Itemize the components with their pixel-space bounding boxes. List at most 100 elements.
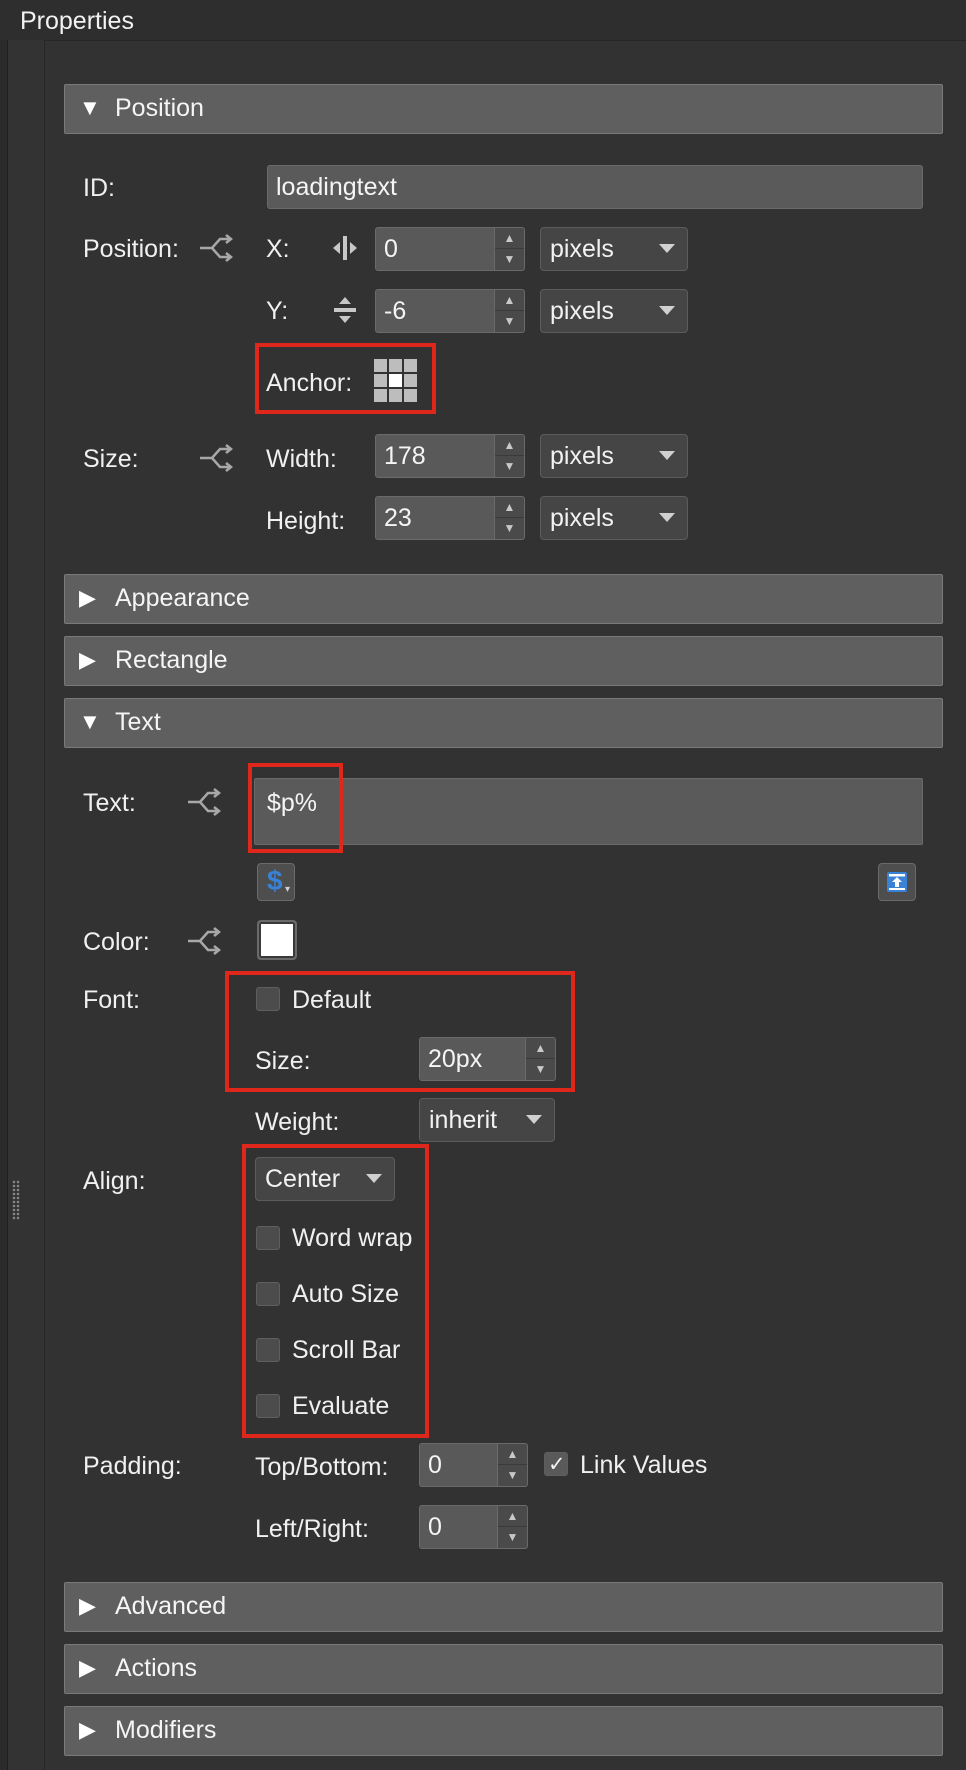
scroll-bar-checkbox[interactable] (256, 1338, 280, 1362)
left-right-value[interactable]: 0 (419, 1505, 498, 1549)
chevron-down-icon (366, 1174, 382, 1183)
section-text-header[interactable]: ▼ Text (64, 698, 943, 748)
id-input[interactable]: loadingtext (267, 165, 923, 209)
decrement-arrow-icon[interactable]: ▼ (495, 518, 524, 539)
chevron-down-icon: ▾ (285, 884, 291, 895)
increment-arrow-icon[interactable]: ▲ (498, 1444, 527, 1465)
chevron-down-icon (659, 451, 675, 460)
section-text-label: Text (115, 708, 161, 736)
horizontal-drag-icon[interactable] (330, 234, 360, 262)
decrement-arrow-icon[interactable]: ▼ (495, 249, 524, 270)
x-spinbox[interactable]: 0 ▲ ▼ (375, 227, 525, 271)
section-modifiers-header[interactable]: ▶ Modifiers (64, 1706, 943, 1756)
x-unit-value: pixels (550, 235, 614, 263)
height-unit-dropdown[interactable]: pixels (540, 496, 688, 540)
font-size-stepper[interactable]: ▲ ▼ (526, 1037, 556, 1081)
dollar-variable-icon: $ (267, 865, 283, 896)
y-unit-dropdown[interactable]: pixels (540, 289, 688, 333)
default-font-checkbox[interactable] (256, 987, 280, 1011)
link-values-checkbox[interactable] (544, 1452, 568, 1477)
id-label: ID: (83, 174, 115, 202)
word-wrap-label: Word wrap (292, 1224, 413, 1252)
y-label: Y: (266, 297, 289, 325)
padding-label: Padding: (83, 1452, 182, 1480)
link-icon[interactable] (198, 444, 234, 472)
panel-title-bar: Properties (0, 0, 966, 40)
increment-arrow-icon[interactable]: ▲ (495, 228, 524, 249)
link-icon[interactable] (186, 788, 222, 816)
section-actions-header[interactable]: ▶ Actions (64, 1644, 943, 1694)
y-stepper[interactable]: ▲ ▼ (495, 289, 525, 333)
section-rectangle-label: Rectangle (115, 646, 228, 674)
height-spinbox[interactable]: 23 ▲ ▼ (375, 496, 525, 540)
top-bottom-stepper[interactable]: ▲ ▼ (498, 1443, 528, 1487)
decrement-arrow-icon[interactable]: ▼ (526, 1059, 555, 1080)
text-content-input[interactable]: $p% (254, 778, 923, 845)
text-label: Text: (83, 789, 136, 817)
font-size-spinbox[interactable]: 20px ▲ ▼ (419, 1037, 556, 1081)
vertical-align-icon (887, 872, 907, 892)
x-unit-dropdown[interactable]: pixels (540, 227, 688, 271)
width-value[interactable]: 178 (375, 434, 495, 478)
collapsed-triangle-icon: ▶ (79, 1717, 96, 1742)
height-unit-value: pixels (550, 504, 614, 532)
increment-arrow-icon[interactable]: ▲ (526, 1038, 555, 1059)
decrement-arrow-icon[interactable]: ▼ (498, 1465, 527, 1486)
size-label: Size: (83, 445, 139, 473)
auto-size-checkbox[interactable] (256, 1282, 280, 1306)
chevron-down-icon (526, 1115, 542, 1124)
align-dropdown[interactable]: Center (255, 1157, 395, 1201)
increment-arrow-icon[interactable]: ▲ (495, 290, 524, 311)
increment-arrow-icon[interactable]: ▲ (495, 497, 524, 518)
y-value[interactable]: -6 (375, 289, 495, 333)
y-unit-value: pixels (550, 297, 614, 325)
increment-arrow-icon[interactable]: ▲ (498, 1506, 527, 1527)
word-wrap-checkbox[interactable] (256, 1226, 280, 1250)
width-spinbox[interactable]: 178 ▲ ▼ (375, 434, 525, 478)
auto-size-label: Auto Size (292, 1280, 400, 1308)
width-unit-value: pixels (550, 442, 614, 470)
left-right-stepper[interactable]: ▲ ▼ (498, 1505, 528, 1549)
insert-variable-button[interactable]: $ ▾ (257, 863, 295, 901)
link-icon[interactable] (186, 927, 222, 955)
width-stepper[interactable]: ▲ ▼ (495, 434, 525, 478)
padding-left-right-spinbox[interactable]: 0 ▲ ▼ (419, 1505, 528, 1549)
x-stepper[interactable]: ▲ ▼ (495, 227, 525, 271)
section-position-header[interactable]: ▼ Position (64, 84, 943, 134)
vertical-drag-icon[interactable] (331, 294, 359, 326)
section-appearance-header[interactable]: ▶ Appearance (64, 574, 943, 624)
padding-top-bottom-spinbox[interactable]: 0 ▲ ▼ (419, 1443, 528, 1487)
anchor-grid-icon[interactable] (374, 359, 418, 403)
evaluate-checkbox[interactable] (256, 1394, 280, 1418)
height-value[interactable]: 23 (375, 496, 495, 540)
position-label: Position: (83, 235, 179, 263)
increment-arrow-icon[interactable]: ▲ (495, 435, 524, 456)
top-bottom-value[interactable]: 0 (419, 1443, 498, 1487)
section-position-label: Position (115, 94, 204, 122)
font-size-value[interactable]: 20px (419, 1037, 526, 1081)
font-weight-dropdown[interactable]: inherit (419, 1098, 555, 1142)
collapsed-triangle-icon: ▶ (79, 585, 96, 610)
default-font-label: Default (292, 986, 372, 1014)
height-stepper[interactable]: ▲ ▼ (495, 496, 525, 540)
text-color-swatch[interactable] (257, 920, 297, 960)
expanded-triangle-icon: ▼ (79, 95, 101, 120)
link-icon[interactable] (198, 234, 234, 262)
link-values-label: Link Values (580, 1451, 708, 1479)
align-label: Align: (83, 1167, 146, 1195)
decrement-arrow-icon[interactable]: ▼ (498, 1527, 527, 1548)
left-right-label: Left/Right: (255, 1515, 369, 1543)
decrement-arrow-icon[interactable]: ▼ (495, 456, 524, 477)
width-unit-dropdown[interactable]: pixels (540, 434, 688, 478)
font-label: Font: (83, 986, 140, 1014)
left-panel-edge (0, 40, 8, 1770)
decrement-arrow-icon[interactable]: ▼ (495, 311, 524, 332)
x-value[interactable]: 0 (375, 227, 495, 271)
text-vertical-align-button[interactable] (878, 863, 916, 901)
y-spinbox[interactable]: -6 ▲ ▼ (375, 289, 525, 333)
collapsed-triangle-icon: ▶ (79, 647, 96, 672)
section-rectangle-header[interactable]: ▶ Rectangle (64, 636, 943, 686)
align-value: Center (265, 1165, 341, 1193)
resize-grip[interactable] (12, 1180, 20, 1220)
section-advanced-header[interactable]: ▶ Advanced (64, 1582, 943, 1632)
